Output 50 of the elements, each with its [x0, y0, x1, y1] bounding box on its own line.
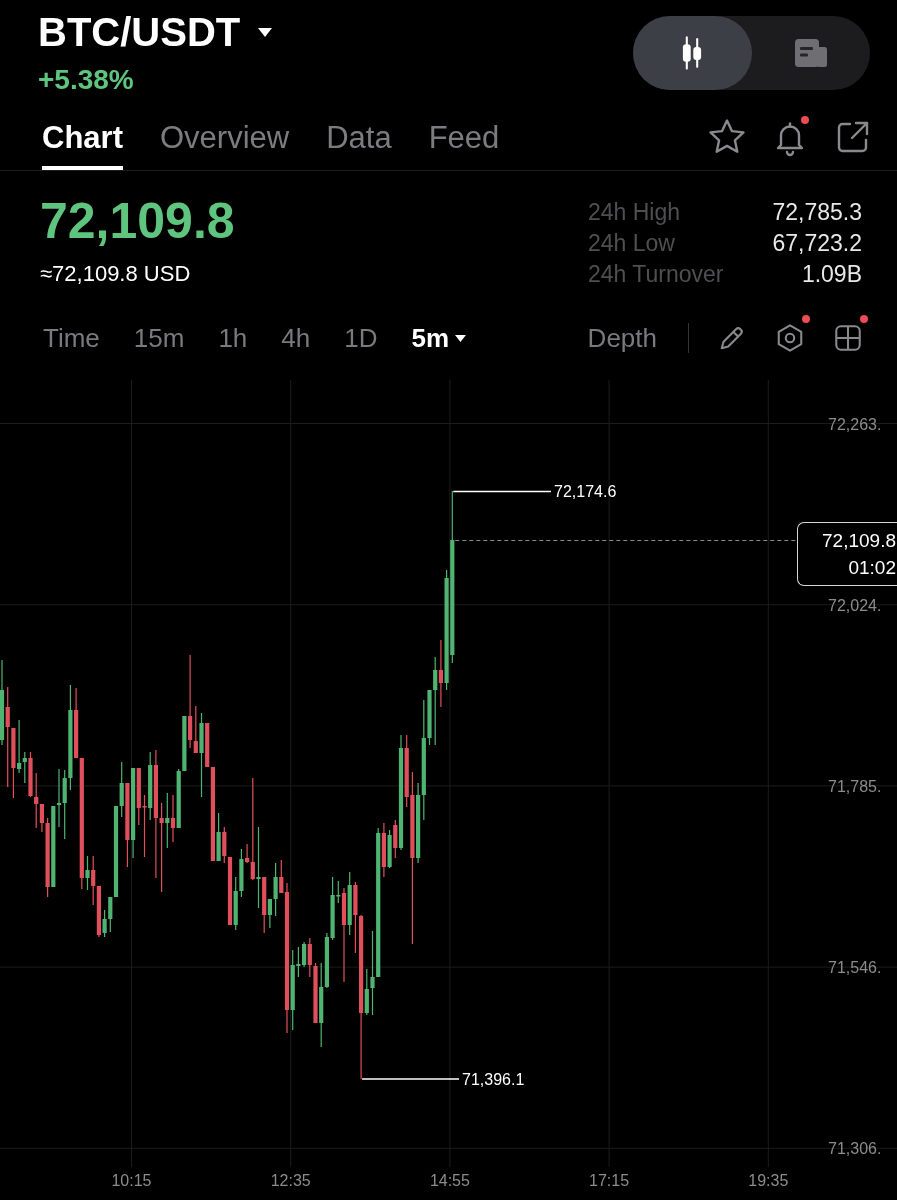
- rising-candle: [216, 812, 221, 862]
- time-axis-label: 14:55: [429, 1172, 470, 1189]
- price-axis-label: 71,546.: [828, 959, 882, 977]
- price-axis-label: 72,263.: [828, 415, 882, 433]
- interval-tab[interactable]: 15m: [133, 323, 185, 353]
- stat-label: 24h Turnover: [588, 260, 725, 289]
- falling-candle: [393, 819, 398, 859]
- time-axis-label: 17:15: [589, 1172, 630, 1189]
- interval-tab[interactable]: Time: [43, 323, 100, 353]
- depth-tab[interactable]: Depth: [587, 323, 657, 353]
- stat-label: 24h Low: [588, 229, 676, 258]
- low-price-label: 71,396.1: [462, 1070, 525, 1088]
- caret-icon[interactable]: [258, 27, 273, 37]
- stat-label: 24h High: [588, 198, 682, 227]
- price-axis-label: 71,306.: [828, 1140, 882, 1158]
- last-price: 72,109.8: [40, 193, 235, 249]
- document-icon: [794, 38, 827, 68]
- tab[interactable]: Feed: [428, 120, 500, 170]
- falling-candle: [170, 794, 176, 843]
- converted-price: ≈72,109.8 USD: [40, 261, 191, 287]
- interval-tab[interactable]: 5m: [411, 323, 467, 353]
- rising-candle: [347, 871, 352, 936]
- trading-pair-title[interactable]: BTC/USDT: [38, 8, 241, 56]
- falling-candle: [381, 822, 386, 878]
- stat-value: 72,785.3: [772, 198, 862, 227]
- settings-icon[interactable]: [775, 323, 805, 353]
- rising-candle: [387, 829, 392, 869]
- grid-icon[interactable]: [833, 323, 863, 353]
- high-price-label: 72,174.6: [554, 483, 617, 500]
- falling-candle: [262, 876, 267, 934]
- time-axis-label: 12:35: [270, 1172, 311, 1189]
- countdown-timer: 01:02: [848, 556, 896, 580]
- last-price-value: 72,109.8: [822, 529, 896, 553]
- price-change-percent: +5.38%: [38, 64, 134, 96]
- tab[interactable]: Data: [326, 120, 392, 170]
- price-axis-label: 71,785.: [828, 777, 882, 795]
- falling-candle: [438, 639, 443, 708]
- interval-tab[interactable]: 4h: [281, 323, 311, 353]
- interval-tab[interactable]: 1D: [344, 323, 378, 353]
- rising-candle: [148, 751, 153, 821]
- stat-value: 1.09B: [800, 260, 862, 289]
- stat-value: 67,723.2: [772, 229, 862, 258]
- rising-candle: [165, 792, 170, 849]
- tab[interactable]: Overview: [159, 120, 290, 170]
- tab[interactable]: Chart: [42, 120, 123, 170]
- rising-candle: [85, 855, 90, 891]
- time-axis-label: 10:15: [111, 1172, 152, 1189]
- price-axis-label: 72,024.: [828, 596, 882, 614]
- interval-tab[interactable]: 1h: [218, 323, 248, 353]
- time-axis-label: 19:35: [748, 1172, 789, 1189]
